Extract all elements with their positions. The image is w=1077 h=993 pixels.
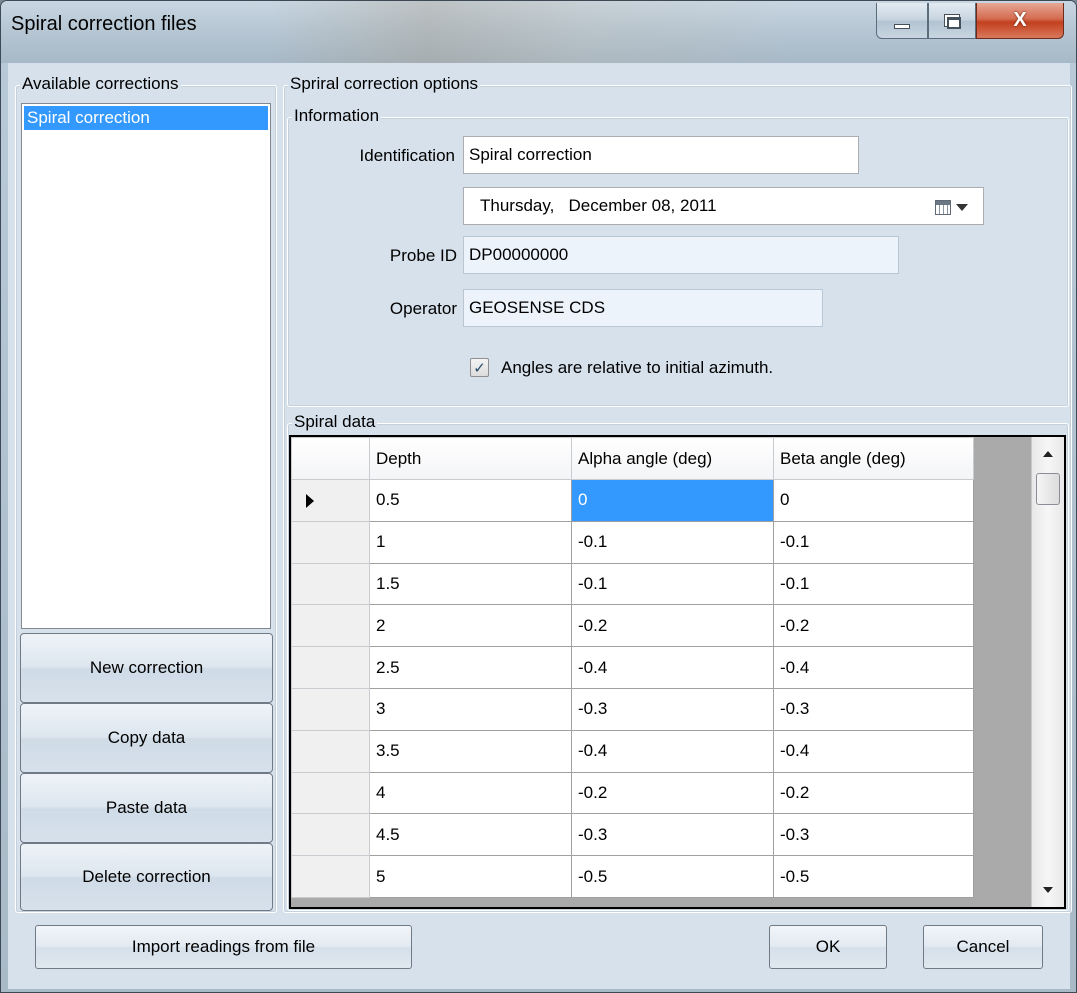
minimize-icon <box>894 24 910 29</box>
relative-azimuth-checkbox[interactable]: ✓ <box>470 358 489 377</box>
table-header-row: Depth Alpha angle (deg) Beta angle (deg) <box>291 437 974 480</box>
table-cell[interactable]: 4.5 <box>369 813 572 857</box>
table-cell[interactable]: 5 <box>369 855 572 898</box>
row-header-corner <box>291 437 370 480</box>
row-header[interactable] <box>291 562 370 606</box>
table-cell[interactable]: -0.1 <box>571 520 774 564</box>
table-cell[interactable]: 1 <box>369 520 572 564</box>
probe-id-label: Probe ID <box>389 246 457 265</box>
scroll-up-icon[interactable] <box>1043 451 1053 457</box>
table-row[interactable]: 3 -0.3 -0.3 <box>291 687 974 731</box>
table-cell[interactable]: -0.3 <box>773 813 974 857</box>
window-title: Spiral correction files <box>11 13 197 35</box>
table-row[interactable]: 4 -0.2 -0.2 <box>291 771 974 815</box>
date-rest: , December 08, 2011 <box>549 196 717 215</box>
cancel-button[interactable]: Cancel <box>923 925 1043 969</box>
minimize-button[interactable] <box>876 3 928 39</box>
table-cell[interactable]: -0.1 <box>773 562 974 606</box>
spiral-data-label: Spiral data <box>292 412 378 432</box>
table-cell[interactable]: -0.5 <box>773 855 974 898</box>
row-header[interactable] <box>291 604 370 648</box>
delete-correction-button[interactable]: Delete correction <box>20 843 273 911</box>
table-row[interactable]: 5 -0.5 -0.5 <box>291 855 974 898</box>
date-day: Thursday <box>480 196 550 215</box>
date-picker[interactable]: Thursday, December 08, 2011 <box>463 187 984 225</box>
identification-label: Identification <box>359 146 455 165</box>
row-header[interactable] <box>291 520 370 564</box>
row-header[interactable] <box>291 813 370 857</box>
table-cell[interactable]: 2.5 <box>369 646 572 689</box>
information-label: Information <box>292 106 382 126</box>
table-cell[interactable]: 0.5 <box>369 479 572 522</box>
table-cell[interactable]: -0.2 <box>571 771 774 815</box>
calendar-icon[interactable] <box>935 197 971 217</box>
table-cell[interactable]: 2 <box>369 604 572 648</box>
table-row[interactable]: 2.5 -0.4 -0.4 <box>291 646 974 689</box>
table-cell[interactable]: 3 <box>369 687 572 731</box>
table-row[interactable]: 4.5 -0.3 -0.3 <box>291 813 974 857</box>
table-cell[interactable]: -0.2 <box>571 604 774 648</box>
list-item[interactable]: Spiral correction <box>24 106 268 130</box>
corrections-list[interactable]: Spiral correction <box>21 103 271 629</box>
column-header-beta[interactable]: Beta angle (deg) <box>773 437 974 480</box>
table-row[interactable]: 3.5 -0.4 -0.4 <box>291 729 974 773</box>
operator-field[interactable]: GEOSENSE CDS <box>463 289 823 327</box>
close-icon: X <box>1013 9 1027 31</box>
table-cell[interactable]: -0.4 <box>773 646 974 689</box>
table-cell[interactable]: -0.1 <box>773 520 974 564</box>
table-cell[interactable]: -0.4 <box>571 646 774 689</box>
table-cell[interactable]: -0.1 <box>571 562 774 606</box>
table-cell[interactable]: 0 <box>773 479 974 522</box>
table-cell[interactable]: 4 <box>369 771 572 815</box>
row-header[interactable] <box>291 855 370 898</box>
table-cell[interactable]: -0.4 <box>571 729 774 773</box>
copy-data-button[interactable]: Copy data <box>20 703 273 773</box>
available-corrections-label: Available corrections <box>20 74 181 94</box>
scroll-thumb[interactable] <box>1036 473 1060 505</box>
row-pointer-icon <box>306 493 314 508</box>
calendar-grid-icon <box>935 199 951 215</box>
table-cell[interactable]: -0.5 <box>571 855 774 898</box>
row-header[interactable] <box>291 646 370 689</box>
import-readings-button[interactable]: Import readings from file <box>35 925 412 969</box>
table-cell[interactable]: -0.3 <box>571 687 774 731</box>
title-bar[interactable]: Spiral correction files X <box>1 1 1076 63</box>
table-cell[interactable]: 3.5 <box>369 729 572 773</box>
vertical-scrollbar[interactable] <box>1031 437 1064 907</box>
date-text: Thursday, December 08, 2011 <box>480 188 717 224</box>
table-row[interactable]: 0.5 0 0 <box>291 479 974 522</box>
maximize-icon <box>944 14 961 29</box>
chevron-down-icon <box>956 203 968 211</box>
spiral-data-grid[interactable]: Depth Alpha angle (deg) Beta angle (deg)… <box>289 435 1066 909</box>
table-cell[interactable]: -0.3 <box>773 687 974 731</box>
table-cell[interactable]: 0 <box>571 479 774 522</box>
close-button[interactable]: X <box>976 3 1064 39</box>
spiral-data-table: Depth Alpha angle (deg) Beta angle (deg)… <box>291 437 974 898</box>
identification-input[interactable]: Spiral correction <box>463 136 859 174</box>
column-header-alpha[interactable]: Alpha angle (deg) <box>571 437 774 480</box>
new-correction-button[interactable]: New correction <box>20 633 273 703</box>
table-cell[interactable]: -0.2 <box>773 771 974 815</box>
spiral-options-label: Spriral correction options <box>288 74 481 94</box>
table-cell[interactable]: -0.4 <box>773 729 974 773</box>
table-row[interactable]: 1.5 -0.1 -0.1 <box>291 562 974 606</box>
operator-label: Operator <box>389 299 457 318</box>
table-row[interactable]: 2 -0.2 -0.2 <box>291 604 974 648</box>
paste-data-button[interactable]: Paste data <box>20 773 273 843</box>
row-header[interactable] <box>291 687 370 731</box>
maximize-button[interactable] <box>928 3 976 39</box>
scroll-down-icon[interactable] <box>1043 887 1053 893</box>
table-cell[interactable]: -0.3 <box>571 813 774 857</box>
table-cell[interactable]: 1.5 <box>369 562 572 606</box>
row-header[interactable] <box>291 479 370 522</box>
table-cell[interactable]: -0.2 <box>773 604 974 648</box>
relative-azimuth-label: Angles are relative to initial azimuth. <box>501 358 774 377</box>
ok-button[interactable]: OK <box>769 925 887 969</box>
dialog-window: Spiral correction files X Available corr… <box>0 0 1077 993</box>
probe-id-field[interactable]: DP00000000 <box>463 236 899 274</box>
table-row[interactable]: 1 -0.1 -0.1 <box>291 520 974 564</box>
column-header-depth[interactable]: Depth <box>369 437 572 480</box>
row-header[interactable] <box>291 771 370 815</box>
row-header[interactable] <box>291 729 370 773</box>
